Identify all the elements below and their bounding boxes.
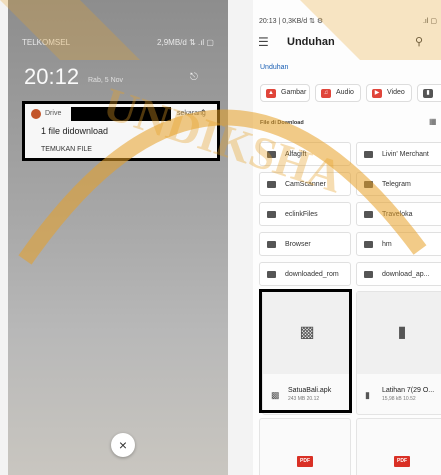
video-icon: ▶ <box>372 89 382 98</box>
status-time: 20:13 | 0,3KB/d ⇅ ⚙ <box>259 18 324 25</box>
folder-label: CamScanner <box>285 181 326 188</box>
document-small-icon: ▮ <box>365 390 370 400</box>
folder-label: Telegram <box>382 181 411 188</box>
folder-label: hm <box>382 241 392 248</box>
lockscreen-clock: 20:12 <box>24 64 80 89</box>
folder-item[interactable]: Telegram <box>356 172 441 196</box>
app-bar: ☰ Unduhan ⚲ <box>253 30 441 54</box>
search-icon[interactable]: ⚲ <box>415 35 423 48</box>
clear-notifications-button[interactable]: × <box>111 433 135 457</box>
folder-item[interactable]: Traveloka <box>356 202 441 226</box>
menu-icon[interactable]: ☰ <box>258 35 269 49</box>
pdf-icon: PDF <box>394 456 410 467</box>
folder-icon <box>364 271 373 278</box>
notification-app-name: Drive <box>45 110 62 117</box>
notification-title: 1 file didownload <box>41 126 109 136</box>
folder-icon <box>364 241 373 248</box>
folder-item[interactable]: Alfagift <box>259 142 351 166</box>
status-icons: 2,9MB/d ⇅ .ıl ▢ <box>157 38 214 47</box>
chip-label: Gambar <box>281 89 307 96</box>
folder-item[interactable]: hm <box>356 232 441 256</box>
status-icons-right: .ıl ▢ <box>422 18 437 25</box>
find-file-button[interactable]: TEMUKAN FILE <box>41 146 92 153</box>
redaction-bar <box>71 107 171 121</box>
image-icon: ▲ <box>266 89 276 98</box>
status-bar-right: 20:13 | 0,3KB/d ⇅ ⚙ .ıl ▢ <box>259 17 437 27</box>
carrier-label: TELKOMSEL <box>22 38 71 47</box>
folder-icon <box>364 151 373 158</box>
folder-label: eclinkFiles <box>285 211 318 218</box>
file-card-document[interactable]: ▮ ▮ Latihan 7(29 O... 15,98 kB 10.52 <box>356 291 441 415</box>
folder-item[interactable]: CamScanner <box>259 172 351 196</box>
folder-item[interactable]: Browser <box>259 232 351 256</box>
folder-icon <box>267 181 276 188</box>
file-card-pdf[interactable]: PDF <box>259 418 351 475</box>
chip-images[interactable]: ▲ Gambar <box>260 84 310 102</box>
chip-video[interactable]: ▶ Video <box>366 84 412 102</box>
folder-icon <box>364 211 373 218</box>
folder-label: Alfagift <box>285 151 307 158</box>
folder-icon <box>267 211 276 218</box>
status-bar-left: TELKOMSEL 2,9MB/d ⇅ .ıl ▢ <box>22 38 214 50</box>
lens-icon[interactable]: ⎋ <box>190 72 202 83</box>
folder-label: Traveloka <box>382 211 413 218</box>
section-label: File di Download <box>260 120 304 126</box>
folder-label: Browser <box>285 241 311 248</box>
file-card-pdf[interactable]: PDF <box>356 418 441 475</box>
file-name: Latihan 7(29 O... <box>382 387 435 394</box>
page-title: Unduhan <box>287 36 335 48</box>
folder-item[interactable]: eclinkFiles <box>259 202 351 226</box>
grid-view-icon[interactable]: ▦ <box>429 117 437 126</box>
files-app: 20:13 | 0,3KB/d ⇅ ⚙ .ıl ▢ ☰ Unduhan ⚲ Un… <box>253 0 441 475</box>
chip-documents[interactable]: ▮ <box>417 84 441 102</box>
chip-label: Audio <box>336 89 354 96</box>
folder-icon <box>267 241 276 248</box>
folder-item[interactable]: downloaded_rom <box>259 262 351 286</box>
drive-app-icon <box>31 109 41 119</box>
file-meta: 15,98 kB 10.52 <box>382 396 416 402</box>
notification-shade: TELKOMSEL 2,9MB/d ⇅ .ıl ▢ 20:12 Rab, 5 N… <box>8 0 228 475</box>
folder-label: download_ap... <box>382 271 430 278</box>
document-icon: ▮ <box>423 89 433 98</box>
pdf-icon: PDF <box>297 456 313 467</box>
folder-label: Livin' Merchant <box>382 151 429 158</box>
chevron-up-icon[interactable]: ⌃ <box>199 108 207 119</box>
folder-item[interactable]: Livin' Merchant <box>356 142 441 166</box>
notification-header: Drive sekarang ⌃ <box>31 107 211 121</box>
folder-icon <box>364 181 373 188</box>
breadcrumb[interactable]: Unduhan <box>260 64 288 71</box>
document-icon: ▮ <box>397 324 407 341</box>
folder-item[interactable]: download_ap... <box>356 262 441 286</box>
download-notification[interactable]: Drive sekarang ⌃ 1 file didownload TEMUK… <box>22 101 220 161</box>
chip-audio[interactable]: ♫ Audio <box>315 84 361 102</box>
audio-icon: ♫ <box>321 89 331 98</box>
folder-icon <box>267 151 276 158</box>
folder-label: downloaded_rom <box>285 271 339 278</box>
lockscreen-date: Rab, 5 Nov <box>88 77 124 84</box>
highlight-box <box>259 289 352 413</box>
chip-label: Video <box>387 89 405 96</box>
folder-icon <box>267 271 276 278</box>
